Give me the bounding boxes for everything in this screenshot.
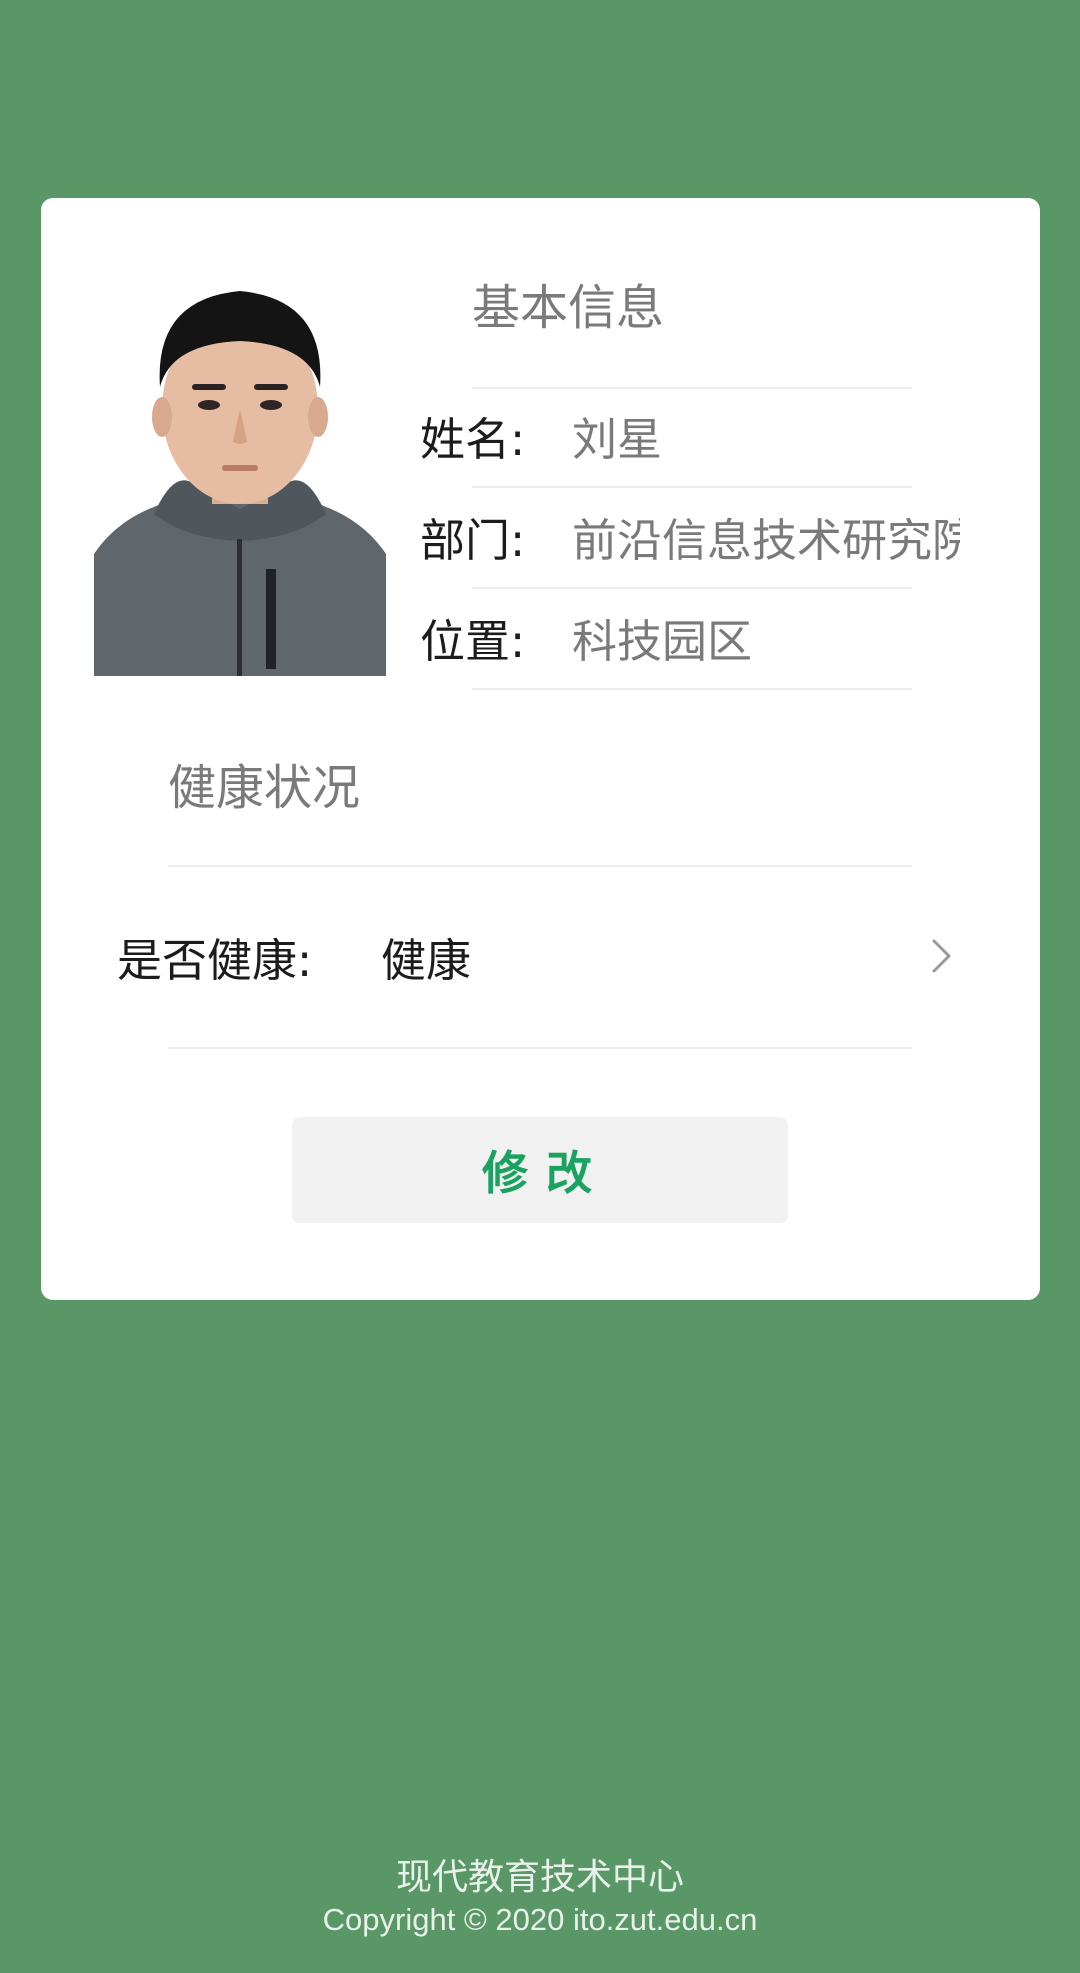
divider — [472, 688, 912, 690]
department-label: 部门: — [420, 513, 526, 567]
name-row: 姓名: 刘星 — [420, 405, 980, 466]
divider — [472, 587, 912, 589]
department-value: 前沿信息技术研究院 — [572, 513, 960, 567]
chevron-right-icon[interactable] — [927, 936, 957, 976]
edit-button[interactable]: 修改 — [292, 1117, 788, 1223]
person-photo-icon — [94, 291, 386, 676]
department-row: 部门: 前沿信息技术研究院 — [420, 506, 960, 567]
divider — [472, 387, 912, 389]
location-row: 位置: 科技园区 — [420, 607, 980, 668]
location-value: 科技园区 — [572, 614, 753, 668]
name-value: 刘星 — [572, 412, 663, 466]
health-status-value: 健康 — [381, 933, 472, 987]
name-label: 姓名: — [420, 412, 526, 466]
location-label: 位置: — [420, 614, 526, 668]
health-status-title: 健康状况 — [168, 760, 361, 816]
footer-org: 现代教育技术中心 — [395, 1857, 684, 1898]
basic-info-title: 基本信息 — [472, 280, 665, 336]
health-status-label: 是否健康: — [117, 933, 313, 987]
footer-copyright: Copyright © 2020 ito.zut.edu.cn — [322, 1902, 758, 1937]
divider — [168, 865, 912, 867]
avatar-photo — [94, 269, 386, 676]
divider — [168, 1047, 912, 1049]
profile-card: 基本信息 姓名: 刘星 部门: 前沿信息技术研究院 位置: 科技园区 健康状况 … — [41, 198, 1040, 1300]
divider — [472, 486, 912, 488]
health-status-row[interactable]: 是否健康: 健康 — [117, 920, 957, 992]
